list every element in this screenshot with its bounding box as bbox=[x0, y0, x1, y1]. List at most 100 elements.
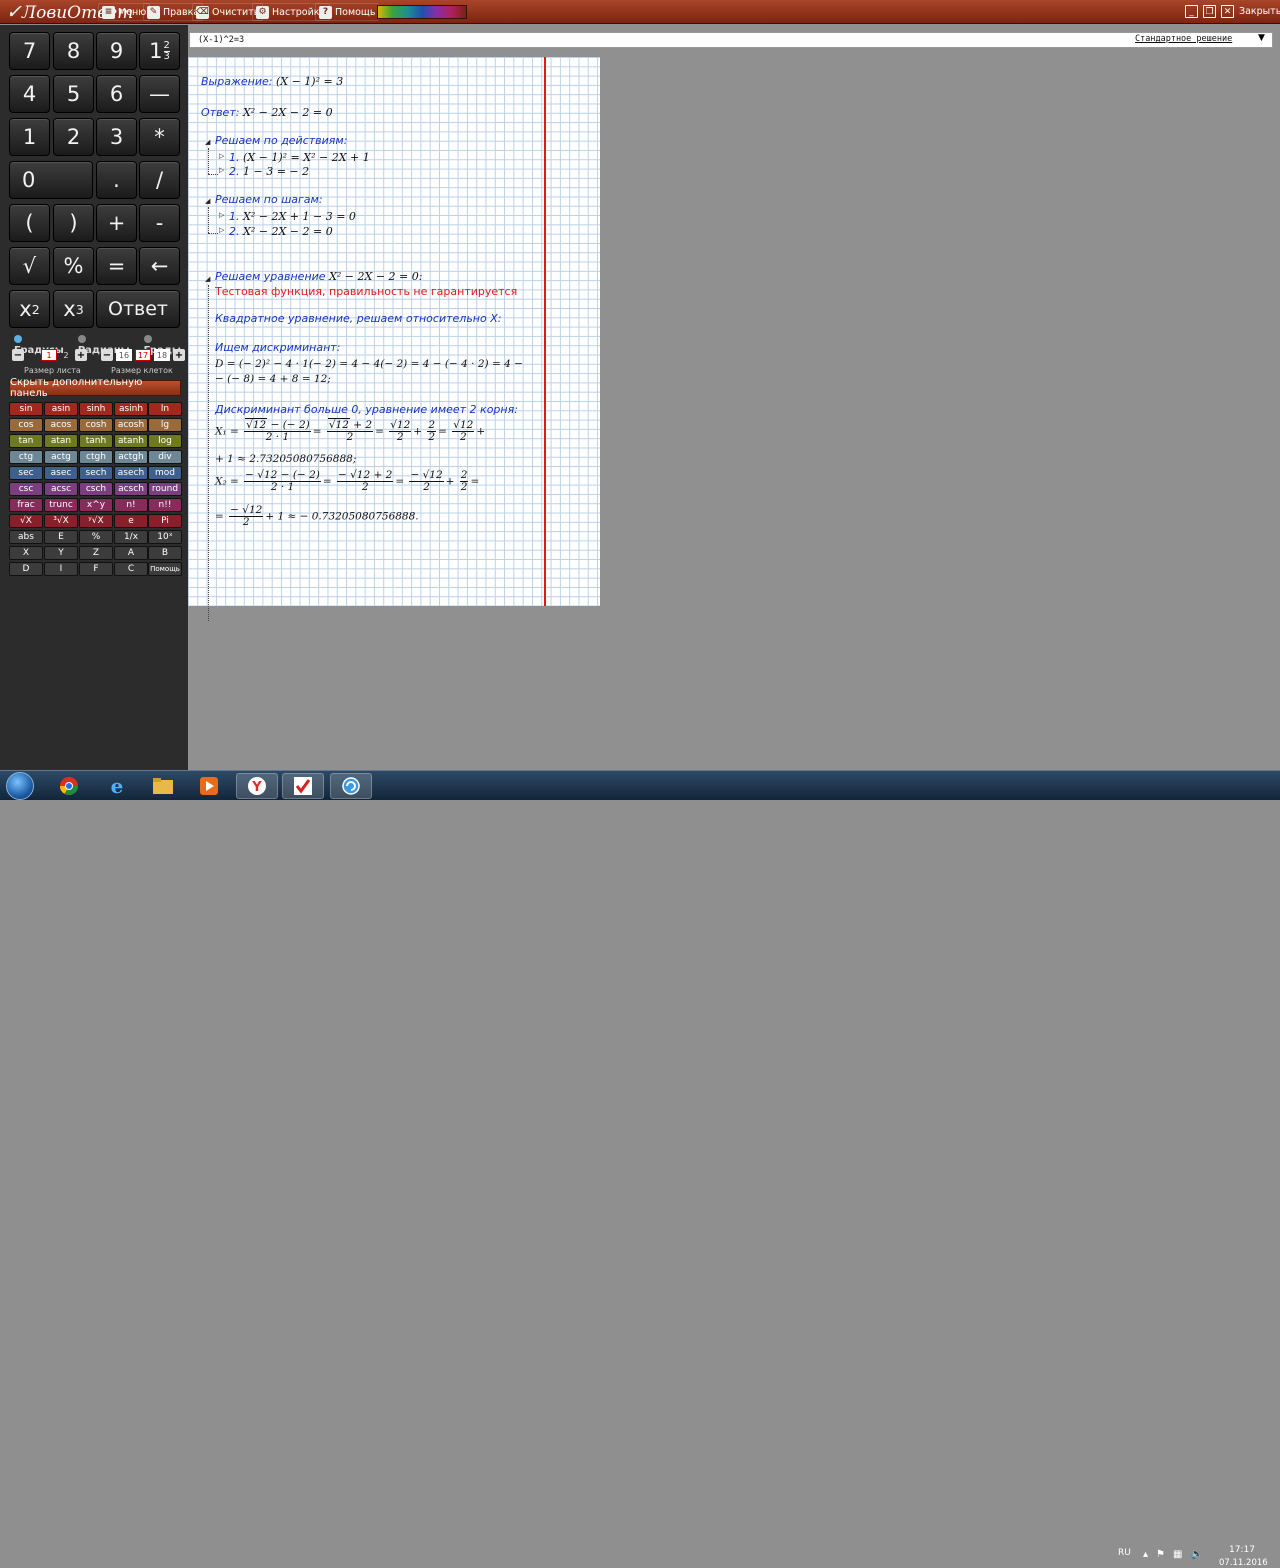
function-button[interactable]: cosh bbox=[79, 418, 113, 432]
cell-size-value[interactable]: 17 bbox=[135, 349, 151, 361]
sheet-size-value[interactable]: 1 bbox=[41, 349, 57, 361]
function-button[interactable]: lg bbox=[148, 418, 182, 432]
clock-date[interactable]: 07.11.2016 bbox=[1219, 1558, 1268, 1568]
function-button[interactable]: cos bbox=[9, 418, 43, 432]
cell-size-increase[interactable]: + bbox=[173, 349, 185, 361]
key-8[interactable]: 8 bbox=[53, 32, 94, 70]
ie-icon[interactable]: e bbox=[96, 773, 138, 799]
color-palette[interactable] bbox=[377, 5, 467, 19]
function-button[interactable]: frac bbox=[9, 498, 43, 512]
key-minus[interactable]: - bbox=[139, 204, 180, 242]
function-button[interactable]: x^y bbox=[79, 498, 113, 512]
key-mixed-fraction[interactable]: 123 bbox=[139, 32, 180, 70]
minimize-button[interactable]: _ bbox=[1185, 5, 1198, 18]
cell-size-next[interactable]: 18 bbox=[154, 349, 170, 361]
expand-icon[interactable]: ▷ bbox=[219, 211, 224, 219]
function-button[interactable]: ln bbox=[148, 402, 182, 416]
function-button[interactable]: n!! bbox=[148, 498, 182, 512]
key-right-paren[interactable]: ) bbox=[53, 204, 94, 242]
function-button[interactable]: actgh bbox=[114, 450, 148, 464]
function-button[interactable]: √X bbox=[9, 514, 43, 528]
media-player-icon[interactable] bbox=[188, 773, 230, 799]
key-left-paren[interactable]: ( bbox=[9, 204, 50, 242]
key-dot[interactable]: . bbox=[96, 161, 137, 199]
key-1[interactable]: 1 bbox=[9, 118, 50, 156]
function-button[interactable]: n! bbox=[114, 498, 148, 512]
key-square[interactable]: x2 bbox=[9, 290, 50, 328]
solution-mode-select[interactable]: Стандартное решение bbox=[1135, 34, 1232, 44]
function-button[interactable]: acos bbox=[44, 418, 78, 432]
key-backspace[interactable]: ← bbox=[139, 247, 180, 285]
close-label[interactable]: Закрыть bbox=[1239, 6, 1280, 17]
function-button[interactable]: mod bbox=[148, 466, 182, 480]
answer-button[interactable]: Ответ bbox=[96, 290, 180, 328]
cell-size-decrease[interactable]: − bbox=[101, 349, 113, 361]
expand-icon[interactable]: ▷ bbox=[219, 226, 224, 234]
function-button[interactable]: 10ˣ bbox=[148, 530, 182, 544]
close-button[interactable]: ✕ bbox=[1221, 5, 1234, 18]
function-button[interactable]: sinh bbox=[79, 402, 113, 416]
sheet-size-next[interactable]: 2 bbox=[60, 349, 72, 361]
function-button[interactable]: asech bbox=[114, 466, 148, 480]
function-button[interactable]: actg bbox=[44, 450, 78, 464]
function-button[interactable]: csc bbox=[9, 482, 43, 496]
function-button[interactable]: acsc bbox=[44, 482, 78, 496]
expression-input[interactable]: (X-1)^2=3 bbox=[189, 32, 1273, 48]
help-button[interactable]: ? Помощь bbox=[315, 3, 380, 21]
function-button[interactable]: acsch bbox=[114, 482, 148, 496]
function-button[interactable]: asec bbox=[44, 466, 78, 480]
collapse-icon[interactable]: ◢ bbox=[205, 275, 210, 283]
update-icon[interactable] bbox=[330, 773, 372, 799]
function-button[interactable]: ³√X bbox=[44, 514, 78, 528]
key-cube[interactable]: x3 bbox=[53, 290, 94, 328]
folder-icon[interactable] bbox=[142, 773, 184, 799]
function-button[interactable]: Pi bbox=[148, 514, 182, 528]
function-button[interactable]: tanh bbox=[79, 434, 113, 448]
function-button[interactable]: log bbox=[148, 434, 182, 448]
loviotvet-icon[interactable] bbox=[282, 773, 324, 799]
expand-icon[interactable]: ▷ bbox=[219, 152, 224, 160]
key-0[interactable]: 0 bbox=[9, 161, 93, 199]
function-button[interactable]: A bbox=[114, 546, 148, 560]
function-button[interactable]: asin bbox=[44, 402, 78, 416]
function-button[interactable]: div bbox=[148, 450, 182, 464]
key-6[interactable]: 6 bbox=[96, 75, 137, 113]
function-button[interactable]: sin bbox=[9, 402, 43, 416]
collapse-icon[interactable]: ◢ bbox=[205, 197, 210, 205]
function-button[interactable]: csch bbox=[79, 482, 113, 496]
function-button[interactable]: acosh bbox=[114, 418, 148, 432]
yandex-icon[interactable]: Y bbox=[236, 773, 278, 799]
network-icon[interactable]: ▦ bbox=[1173, 1549, 1182, 1560]
key-9[interactable]: 9 bbox=[96, 32, 137, 70]
chevron-down-icon[interactable]: ▼ bbox=[1258, 33, 1265, 43]
function-button[interactable]: I bbox=[44, 562, 78, 576]
function-button[interactable]: tan bbox=[9, 434, 43, 448]
expand-icon[interactable]: ▷ bbox=[219, 166, 224, 174]
function-button[interactable]: C bbox=[114, 562, 148, 576]
function-button[interactable]: Z bbox=[79, 546, 113, 560]
function-button[interactable]: Помощь bbox=[148, 562, 182, 576]
key-5[interactable]: 5 bbox=[53, 75, 94, 113]
language-indicator[interactable]: RU bbox=[1118, 1548, 1131, 1558]
clock-time[interactable]: 17:17 bbox=[1229, 1545, 1255, 1555]
function-button[interactable]: E bbox=[44, 530, 78, 544]
function-button[interactable]: atan bbox=[44, 434, 78, 448]
function-button[interactable]: atanh bbox=[114, 434, 148, 448]
key-7[interactable]: 7 bbox=[9, 32, 50, 70]
key-divide[interactable]: / bbox=[139, 161, 180, 199]
key-multiply[interactable]: * bbox=[139, 118, 180, 156]
hide-panel-button[interactable]: Скрыть дополнительную панель bbox=[9, 377, 181, 399]
function-button[interactable]: ctgh bbox=[79, 450, 113, 464]
key-long-dash[interactable]: — bbox=[139, 75, 180, 113]
function-button[interactable]: D bbox=[9, 562, 43, 576]
function-button[interactable]: % bbox=[79, 530, 113, 544]
key-4[interactable]: 4 bbox=[9, 75, 50, 113]
function-button[interactable]: round bbox=[148, 482, 182, 496]
sheet-size-decrease[interactable]: − bbox=[12, 349, 24, 361]
key-percent[interactable]: % bbox=[53, 247, 94, 285]
function-button[interactable]: sech bbox=[79, 466, 113, 480]
function-button[interactable]: ʸ√X bbox=[79, 514, 113, 528]
key-3[interactable]: 3 bbox=[96, 118, 137, 156]
function-button[interactable]: X bbox=[9, 546, 43, 560]
volume-icon[interactable]: 🔈 bbox=[1190, 1549, 1202, 1560]
